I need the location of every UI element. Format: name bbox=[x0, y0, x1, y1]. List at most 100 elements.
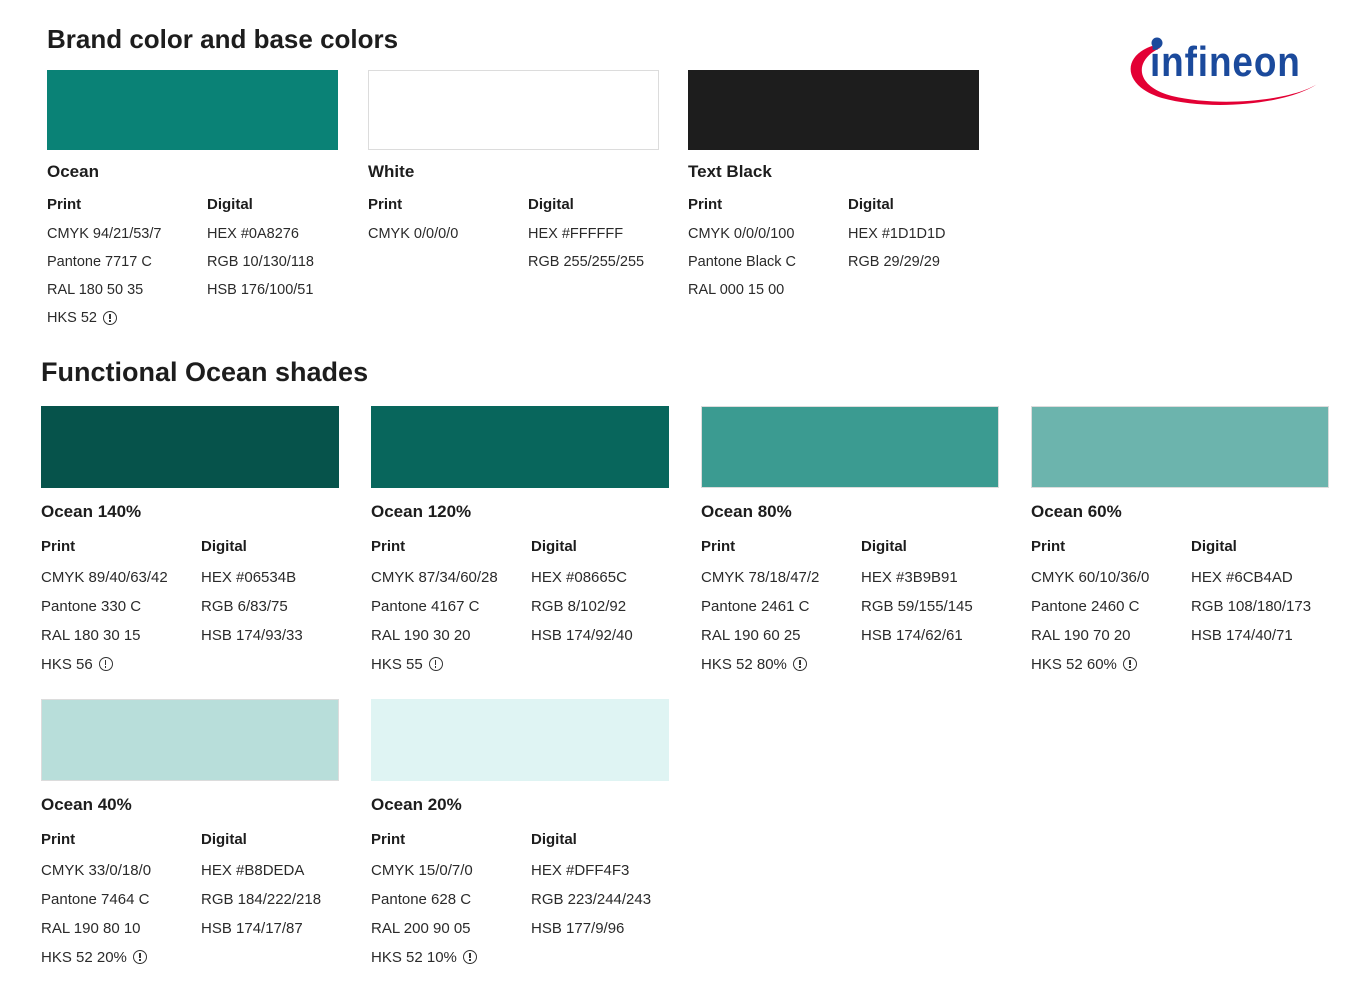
info-icon[interactable] bbox=[132, 950, 147, 964]
color-swatch bbox=[41, 406, 339, 488]
color-swatch bbox=[1031, 406, 1329, 488]
digital-hex: HEX #DFF4F3 bbox=[531, 861, 630, 879]
print-hks-label: HKS 52 20% bbox=[41, 948, 127, 966]
print-ral: RAL 200 90 05 bbox=[371, 919, 471, 937]
color-swatch bbox=[701, 406, 999, 488]
print-hks-label: HKS 52 60% bbox=[1031, 655, 1117, 673]
color-card-text-black: Text Black Print CMYK 0/0/0/100 Pantone … bbox=[688, 70, 988, 346]
print-values: Print CMYK 15/0/7/0 Pantone 628 C RAL 20… bbox=[371, 831, 477, 976]
digital-values: Digital HEX #3B9B91 RGB 59/155/145 HSB 1… bbox=[861, 538, 973, 654]
print-pantone: Pantone 2460 C bbox=[1031, 597, 1140, 615]
print-hks: HKS 52 bbox=[47, 308, 161, 328]
digital-hsb: HSB 174/40/71 bbox=[1191, 626, 1293, 644]
digital-rgb: RGB 59/155/145 bbox=[861, 597, 973, 615]
print-pantone: Pantone 7717 C bbox=[47, 254, 152, 270]
digital-hsb: HSB 174/62/61 bbox=[861, 626, 963, 644]
print-hks: HKS 55 bbox=[371, 654, 498, 674]
print-cmyk: CMYK 0/0/0/0 bbox=[368, 226, 459, 242]
color-card-ocean: Ocean Print CMYK 94/21/53/7 Pantone 7717… bbox=[47, 70, 347, 346]
logo-wordmark: infineon bbox=[1150, 38, 1301, 85]
digital-hex: HEX #3B9B91 bbox=[861, 568, 958, 586]
info-icon[interactable] bbox=[98, 657, 113, 671]
digital-hex: HEX #0A8276 bbox=[207, 226, 299, 242]
print-cmyk: CMYK 33/0/18/0 bbox=[41, 861, 152, 879]
print-hks: HKS 52 10% bbox=[371, 947, 477, 967]
color-swatch bbox=[368, 70, 659, 150]
color-card-ocean-140: Ocean 140% Print CMYK 89/40/63/42 Panton… bbox=[41, 406, 341, 688]
print-hks-label: HKS 52 80% bbox=[701, 655, 787, 673]
color-swatch bbox=[688, 70, 979, 150]
infineon-logo: infineon bbox=[1122, 26, 1326, 116]
color-name: Ocean 140% bbox=[41, 502, 142, 521]
info-icon[interactable] bbox=[1122, 657, 1137, 671]
print-ral: RAL 190 60 25 bbox=[701, 626, 801, 644]
print-pantone: Pantone 628 C bbox=[371, 890, 472, 908]
info-icon[interactable] bbox=[792, 657, 807, 671]
print-cmyk: CMYK 60/10/36/0 bbox=[1031, 568, 1150, 586]
print-cmyk: CMYK 0/0/0/100 bbox=[688, 226, 795, 242]
info-icon[interactable] bbox=[102, 311, 117, 325]
print-values: Print CMYK 0/0/0/0 bbox=[368, 196, 458, 252]
color-name: Ocean 60% bbox=[1031, 502, 1122, 521]
digital-hex: HEX #B8DEDA bbox=[201, 861, 305, 879]
color-name: Ocean 120% bbox=[371, 502, 472, 521]
print-hks-label: HKS 56 bbox=[41, 655, 93, 673]
print-pantone: Pantone 7464 C bbox=[41, 890, 150, 908]
print-values: Print CMYK 94/21/53/7 Pantone 7717 C RAL… bbox=[47, 196, 161, 336]
color-card-ocean-40: Ocean 40% Print CMYK 33/0/18/0 Pantone 7… bbox=[41, 699, 341, 981]
digital-rgb: RGB 29/29/29 bbox=[848, 254, 940, 270]
digital-hsb: HSB 176/100/51 bbox=[207, 282, 314, 298]
print-values: Print CMYK 78/18/47/2 Pantone 2461 C RAL… bbox=[701, 538, 819, 683]
print-values: Print CMYK 89/40/63/42 Pantone 330 C RAL… bbox=[41, 538, 168, 683]
print-hks: HKS 52 60% bbox=[1031, 654, 1149, 674]
color-name: White bbox=[368, 162, 415, 181]
info-icon[interactable] bbox=[428, 657, 443, 671]
digital-heading: Digital bbox=[528, 196, 574, 213]
section-title-brand: Brand color and base colors bbox=[47, 24, 399, 54]
print-ral: RAL 000 15 00 bbox=[688, 282, 785, 298]
print-ral: RAL 190 70 20 bbox=[1031, 626, 1131, 644]
digital-rgb: RGB 184/222/218 bbox=[201, 890, 322, 908]
color-swatch bbox=[47, 70, 338, 150]
digital-values: Digital HEX #1D1D1D RGB 29/29/29 bbox=[848, 196, 946, 280]
info-icon[interactable] bbox=[462, 950, 477, 964]
color-card-ocean-60: Ocean 60% Print CMYK 60/10/36/0 Pantone … bbox=[1031, 406, 1331, 688]
print-pantone: Pantone 4167 C bbox=[371, 597, 480, 615]
digital-values: Digital HEX #0A8276 RGB 10/130/118 HSB 1… bbox=[207, 196, 314, 308]
color-swatch bbox=[371, 699, 669, 781]
color-name: Ocean 80% bbox=[701, 502, 792, 521]
print-values: Print CMYK 0/0/0/100 Pantone Black C RAL… bbox=[688, 196, 796, 308]
print-heading: Print bbox=[371, 538, 406, 555]
print-cmyk: CMYK 89/40/63/42 bbox=[41, 568, 168, 586]
digital-heading: Digital bbox=[201, 538, 247, 555]
color-name: Ocean 20% bbox=[371, 795, 462, 814]
digital-hex: HEX #6CB4AD bbox=[1191, 568, 1293, 586]
digital-hex: HEX #06534B bbox=[201, 568, 297, 586]
color-card-ocean-80: Ocean 80% Print CMYK 78/18/47/2 Pantone … bbox=[701, 406, 1001, 688]
digital-heading: Digital bbox=[861, 538, 907, 555]
print-ral: RAL 190 30 20 bbox=[371, 626, 471, 644]
digital-rgb: RGB 10/130/118 bbox=[207, 254, 314, 270]
digital-hex: HEX #FFFFFF bbox=[528, 226, 624, 242]
color-swatch bbox=[41, 699, 339, 781]
print-pantone: Pantone Black C bbox=[688, 254, 797, 270]
digital-heading: Digital bbox=[848, 196, 894, 213]
digital-hsb: HSB 177/9/96 bbox=[531, 919, 625, 937]
color-card-ocean-120: Ocean 120% Print CMYK 87/34/60/28 Panton… bbox=[371, 406, 671, 688]
color-name: Text Black bbox=[688, 162, 772, 181]
print-heading: Print bbox=[371, 831, 406, 848]
print-pantone: Pantone 330 C bbox=[41, 597, 142, 615]
digital-values: Digital HEX #FFFFFF RGB 255/255/255 bbox=[528, 196, 644, 280]
print-values: Print CMYK 87/34/60/28 Pantone 4167 C RA… bbox=[371, 538, 498, 683]
digital-heading: Digital bbox=[531, 538, 577, 555]
digital-values: Digital HEX #6CB4AD RGB 108/180/173 HSB … bbox=[1191, 538, 1311, 654]
digital-hsb: HSB 174/17/87 bbox=[201, 919, 303, 937]
digital-hsb: HSB 174/93/33 bbox=[201, 626, 303, 644]
digital-heading: Digital bbox=[1191, 538, 1237, 555]
print-hks: HKS 52 80% bbox=[701, 654, 819, 674]
digital-values: Digital HEX #DFF4F3 RGB 223/244/243 HSB … bbox=[531, 831, 651, 947]
color-card-white: White Print CMYK 0/0/0/0 Digital HEX #FF… bbox=[368, 70, 668, 346]
print-heading: Print bbox=[41, 538, 76, 555]
print-ral: RAL 180 50 35 bbox=[47, 282, 144, 298]
print-values: Print CMYK 60/10/36/0 Pantone 2460 C RAL… bbox=[1031, 538, 1149, 683]
